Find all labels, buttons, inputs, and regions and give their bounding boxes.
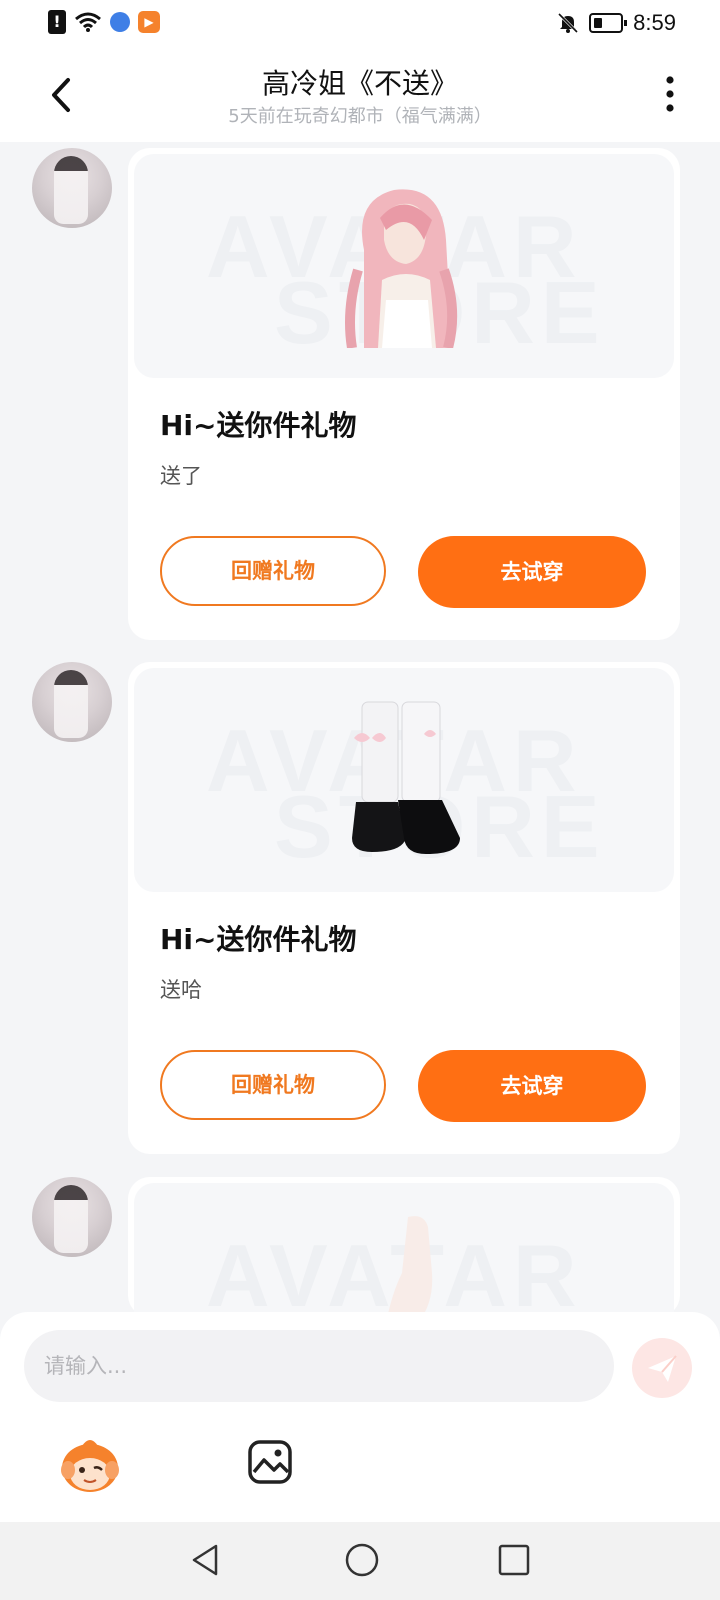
white-boots-image xyxy=(352,701,460,854)
sender-avatar[interactable] xyxy=(32,662,112,742)
gift-title: Hi~送你件礼物 xyxy=(160,923,357,956)
try-on-button[interactable]: 去试穿 xyxy=(418,536,646,608)
more-options-icon[interactable] xyxy=(660,74,680,114)
status-right-icons: 8:59 xyxy=(557,10,676,36)
sender-avatar[interactable] xyxy=(32,148,112,228)
status-time: 8:59 xyxy=(633,10,676,35)
image-picker-icon[interactable] xyxy=(246,1438,294,1486)
gift-card: AVATAR STORE Hi~送你件礼物 送哈 回赠礼物 去试穿 xyxy=(128,662,680,1154)
wifi-icon xyxy=(75,12,101,32)
gift-card: AVATAR xyxy=(128,1177,680,1407)
nav-recent-apps-icon[interactable] xyxy=(496,1542,532,1578)
battery-icon xyxy=(589,13,628,33)
message-composer xyxy=(0,1312,720,1522)
chat-screen: ! ▶ 8:59 高冷姐《不送》 5天前在玩奇幻都市（福气满满） Hi~送你件礼… xyxy=(0,0,720,1600)
video-app-icon: ▶ xyxy=(138,11,160,33)
gift-image[interactable]: AVATAR STORE xyxy=(134,668,674,892)
gift-image[interactable]: AVATAR STORE xyxy=(134,154,674,378)
alert-icon: ! xyxy=(48,10,66,34)
return-gift-button[interactable]: 回赠礼物 xyxy=(160,536,386,606)
gift-message: 送了 xyxy=(160,464,202,488)
send-icon xyxy=(648,1355,677,1382)
system-nav-bar xyxy=(0,1522,720,1600)
hand-image xyxy=(386,1216,433,1323)
gift-title: Hi~送你件礼物 xyxy=(160,409,357,442)
return-gift-button[interactable]: 回赠礼物 xyxy=(160,1050,386,1120)
chat-header: 高冷姐《不送》 5天前在玩奇幻都市（福气满满） xyxy=(0,48,720,142)
avatar-figure xyxy=(54,1185,88,1253)
pink-hair-avatar-image xyxy=(345,189,458,348)
try-on-button[interactable]: 去试穿 xyxy=(418,1050,646,1122)
avatar-figure xyxy=(54,670,88,738)
sender-avatar[interactable] xyxy=(32,1177,112,1257)
page-title: 高冷姐《不送》 xyxy=(261,67,458,100)
mascot-emoji-icon[interactable] xyxy=(60,1436,120,1494)
avatar-figure xyxy=(54,156,88,224)
status-left-icons: ! ▶ xyxy=(48,10,160,34)
send-button[interactable] xyxy=(632,1338,692,1398)
gift-card: AVATAR STORE Hi~送你件礼物 送了 回赠礼物 去试穿 xyxy=(128,148,680,640)
status-bar: ! ▶ 8:59 xyxy=(0,0,720,48)
page-subtitle: 5天前在玩奇幻都市（福气满满） xyxy=(228,106,492,127)
nav-home-icon[interactable] xyxy=(342,1540,382,1580)
nav-back-icon[interactable] xyxy=(186,1540,226,1580)
gift-message: 送哈 xyxy=(160,978,202,1002)
message-input[interactable] xyxy=(24,1330,614,1402)
mute-icon xyxy=(558,12,579,34)
app-icon xyxy=(110,12,130,32)
